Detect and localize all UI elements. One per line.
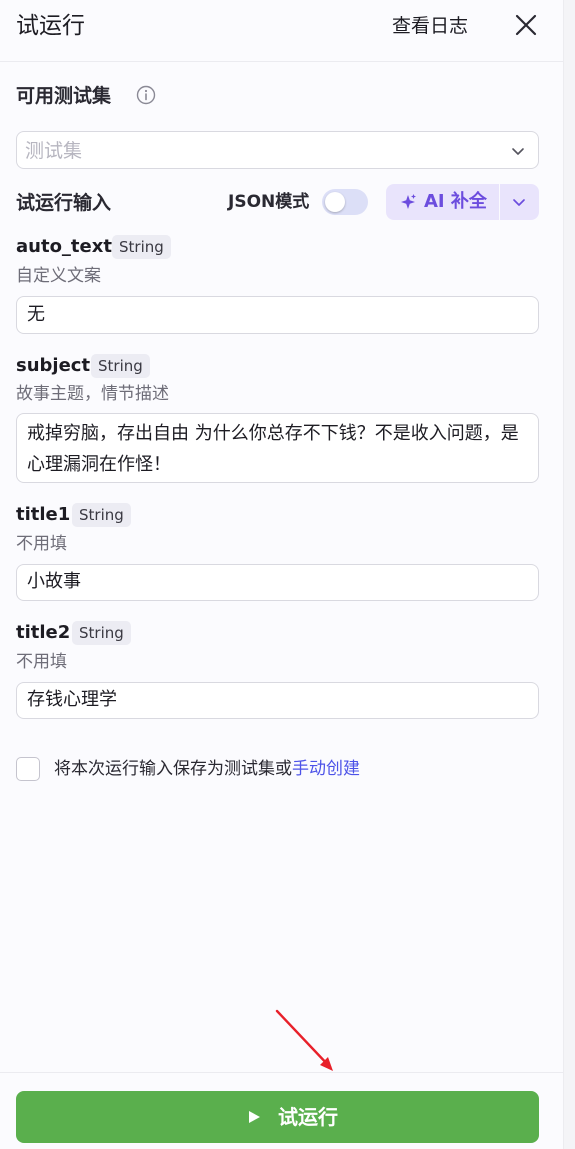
title1-input[interactable]: 小故事 <box>16 564 539 601</box>
test-run-panel: 试运行 查看日志 可用测试集 测试集 试运行输入 JSON模式 AI 补全 au… <box>0 0 575 1149</box>
field-name-auto-text: auto_text <box>16 236 112 257</box>
run-button[interactable]: 试运行 <box>16 1091 539 1143</box>
sparkle-icon <box>401 194 416 209</box>
run-input-label: 试运行输入 <box>16 192 112 214</box>
chevron-down-icon <box>513 199 525 206</box>
ai-complete-button[interactable]: AI 补全 <box>386 184 499 220</box>
test-set-placeholder: 测试集 <box>25 140 83 162</box>
type-tag: String <box>72 621 131 645</box>
annotation-arrow-icon <box>275 1009 333 1071</box>
field-description: 不用填 <box>16 652 67 672</box>
ai-options-dropdown[interactable] <box>500 184 539 220</box>
info-icon[interactable] <box>136 85 156 105</box>
panel-title: 试运行 <box>16 13 85 39</box>
play-icon <box>249 1111 260 1123</box>
test-set-label: 可用测试集 <box>16 85 112 107</box>
scrollbar[interactable] <box>563 0 575 1149</box>
field-description: 自定义文案 <box>16 266 101 286</box>
chevron-down-icon <box>512 148 524 155</box>
title2-input[interactable]: 存钱心理学 <box>16 682 539 719</box>
test-set-select[interactable]: 测试集 <box>16 131 539 169</box>
subject-input[interactable]: 戒掉穷脑，存出自由 为什么你总存不下钱？不是收入问题，是心理漏洞在作怪！ <box>16 413 539 483</box>
type-tag: String <box>112 235 171 259</box>
field-description: 不用填 <box>16 534 67 554</box>
field-name-title2: title2 <box>16 622 71 643</box>
panel-header: 试运行 查看日志 <box>0 0 563 62</box>
ai-complete-label: AI 补全 <box>424 191 487 212</box>
json-mode-label: JSON模式 <box>228 192 310 212</box>
run-button-label: 试运行 <box>278 1105 338 1129</box>
save-as-test-set-text: 将本次运行输入保存为测试集或手动创建 <box>54 756 360 782</box>
json-mode-toggle[interactable] <box>322 189 368 215</box>
save-as-test-set-checkbox[interactable] <box>16 757 40 781</box>
save-option-label: 将本次运行输入保存为测试集或 <box>54 759 292 779</box>
view-log-button[interactable]: 查看日志 <box>392 12 468 40</box>
field-description: 故事主题，情节描述 <box>16 384 169 404</box>
field-name-title1: title1 <box>16 504 71 525</box>
close-icon[interactable] <box>512 11 540 39</box>
type-tag: String <box>91 354 150 378</box>
auto-text-input[interactable]: 无 <box>16 296 539 334</box>
type-tag: String <box>72 503 131 527</box>
field-name-subject: subject <box>16 355 91 376</box>
toggle-knob <box>325 192 345 212</box>
manual-create-link[interactable]: 手动创建 <box>292 759 360 779</box>
